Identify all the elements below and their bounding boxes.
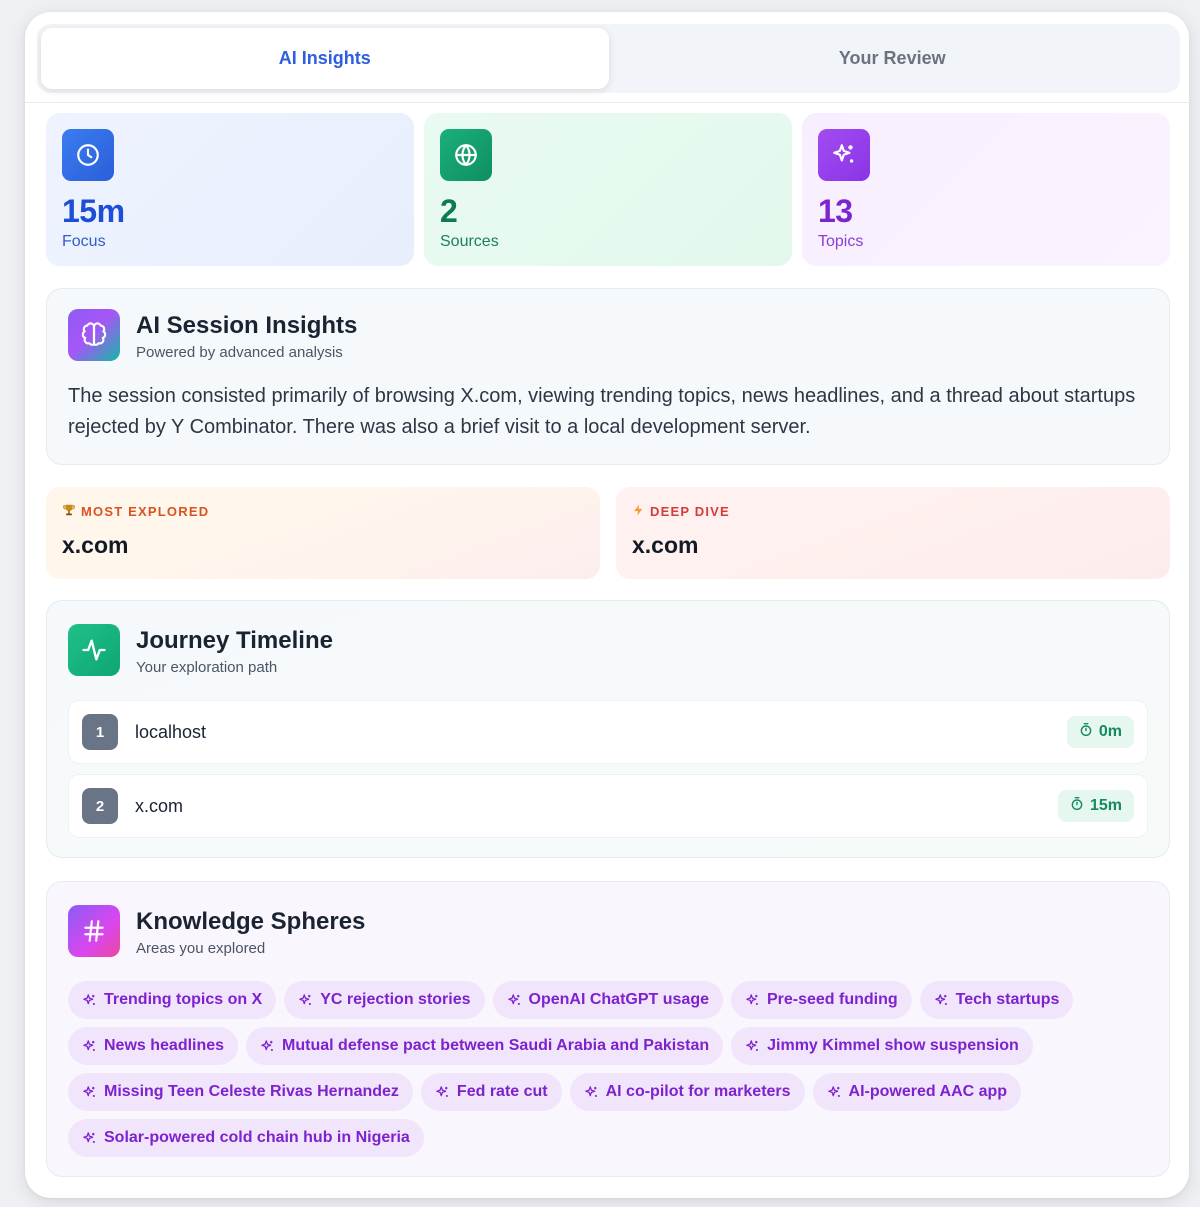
insights-title: AI Session Insights (136, 312, 358, 339)
stat-topics: 13 Topics (802, 113, 1170, 266)
most-explored-card: MOST EXPLORED x.com (46, 487, 600, 579)
deep-dive-card: DEEP DIVE x.com (616, 487, 1170, 579)
stat-sources-label: Sources (440, 233, 499, 250)
topic-chip-list: Trending topics on X YC rejection stories… (68, 981, 1148, 1157)
topic-chip-label: Trending topics on X (104, 991, 263, 1008)
step-duration-badge: 15m (1057, 790, 1134, 822)
journey-step[interactable]: 1 localhost 0m (68, 700, 1148, 764)
stat-topics-value: 13 (818, 193, 853, 229)
topic-chip[interactable]: Mutual defense pact between Saudi Arabia… (246, 1027, 724, 1065)
topic-chip-label: OpenAI ChatGPT usage (528, 991, 709, 1008)
globe-icon (440, 129, 492, 181)
clock-icon (62, 129, 114, 181)
journey-timeline-panel: Journey Timeline Your exploration path 1… (46, 600, 1170, 858)
sparkles-icon (82, 993, 97, 1008)
journey-title: Journey Timeline (136, 627, 333, 654)
step-duration-badge: 0m (1066, 716, 1134, 748)
step-host: localhost (135, 721, 207, 742)
journey-step[interactable]: 2 x.com 15m (68, 774, 1148, 838)
tab-bar: AI Insights Your Review (37, 24, 1180, 93)
sparkles-icon (260, 1039, 275, 1054)
hash-icon (68, 905, 120, 957)
deep-dive-tag: DEEP DIVE (650, 504, 730, 519)
step-number: 2 (82, 788, 118, 824)
trophy-icon (62, 503, 76, 520)
step-duration: 0m (1098, 723, 1122, 740)
topic-chip-label: Mutual defense pact between Saudi Arabia… (282, 1037, 710, 1054)
stat-sources-value: 2 (440, 193, 458, 229)
sparkles-icon (584, 1085, 599, 1100)
topic-chip[interactable]: AI co-pilot for marketers (569, 1073, 805, 1111)
sparkles-icon (435, 1085, 450, 1100)
sparkles-icon (818, 129, 870, 181)
sparkles-icon (745, 993, 760, 1008)
step-number: 1 (82, 714, 118, 750)
topic-chip-label: AI-powered AAC app (848, 1083, 1008, 1100)
step-host: x.com (135, 795, 184, 816)
stat-topics-label: Topics (818, 233, 864, 250)
topic-chip-label: Solar-powered cold chain hub in Nigeria (104, 1129, 410, 1146)
insights-description: The session consisted primarily of brows… (68, 385, 1136, 438)
insights-subtitle: Powered by advanced analysis (136, 344, 343, 361)
sparkles-icon (827, 1085, 842, 1100)
topic-chip-label: Jimmy Kimmel show suspension (767, 1037, 1019, 1054)
topic-chip-label: Tech startups (955, 991, 1060, 1008)
divider (25, 102, 1189, 103)
topic-chip-label: News headlines (104, 1037, 225, 1054)
deep-dive-domain: x.com (632, 532, 699, 558)
activity-icon (68, 624, 120, 676)
most-explored-domain: x.com (62, 532, 129, 558)
sparkles-icon (934, 993, 949, 1008)
sparkles-icon (82, 1131, 97, 1146)
tab-ai-insights[interactable]: AI Insights (41, 28, 609, 89)
timer-icon (1079, 722, 1093, 742)
knowledge-title: Knowledge Spheres (136, 908, 366, 935)
topic-chip[interactable]: Fed rate cut (420, 1073, 562, 1111)
topic-chip[interactable]: Solar-powered cold chain hub in Nigeria (68, 1119, 424, 1157)
knowledge-subtitle: Areas you explored (136, 940, 266, 957)
sparkles-icon (82, 1085, 97, 1100)
topic-chip[interactable]: OpenAI ChatGPT usage (492, 981, 723, 1019)
knowledge-spheres-panel: Knowledge Spheres Areas you explored Tre… (46, 881, 1170, 1177)
session-insights-panel: AI Session Insights Powered by advanced … (46, 288, 1170, 465)
topic-chip-label: Pre-seed funding (766, 991, 898, 1008)
journey-subtitle: Your exploration path (136, 659, 278, 676)
most-explored-tag: MOST EXPLORED (81, 504, 210, 519)
stat-focus: 15m Focus (46, 113, 414, 266)
sparkles-icon (745, 1039, 760, 1054)
topic-chip-label: AI co-pilot for marketers (605, 1083, 791, 1100)
topic-chip[interactable]: AI-powered AAC app (812, 1073, 1022, 1111)
stat-focus-value: 15m (62, 193, 125, 229)
brain-icon (68, 309, 120, 361)
sparkles-icon (507, 993, 522, 1008)
insights-card: AI Insights Your Review 15m Focus 2 Sour… (25, 12, 1189, 1198)
lightning-icon (632, 503, 645, 520)
sparkles-icon (298, 993, 313, 1008)
sparkles-icon (82, 1039, 97, 1054)
topic-chip[interactable]: News headlines (68, 1027, 239, 1065)
stat-focus-label: Focus (62, 233, 106, 250)
topic-chip-label: Fed rate cut (456, 1083, 548, 1100)
topic-chip[interactable]: Pre-seed funding (730, 981, 912, 1019)
topic-chip[interactable]: Tech startups (919, 981, 1074, 1019)
topic-chip[interactable]: Trending topics on X (68, 981, 277, 1019)
topic-chip[interactable]: Missing Teen Celeste Rivas Hernandez (68, 1073, 413, 1111)
stat-sources: 2 Sources (424, 113, 792, 266)
topic-chip[interactable]: Jimmy Kimmel show suspension (731, 1027, 1033, 1065)
tab-your-review[interactable]: Your Review (609, 28, 1177, 89)
topic-chip[interactable]: YC rejection stories (284, 981, 485, 1019)
topic-chip-label: Missing Teen Celeste Rivas Hernandez (104, 1083, 399, 1100)
step-duration: 15m (1089, 797, 1122, 814)
topic-chip-label: YC rejection stories (320, 991, 471, 1008)
timer-icon (1070, 796, 1084, 816)
